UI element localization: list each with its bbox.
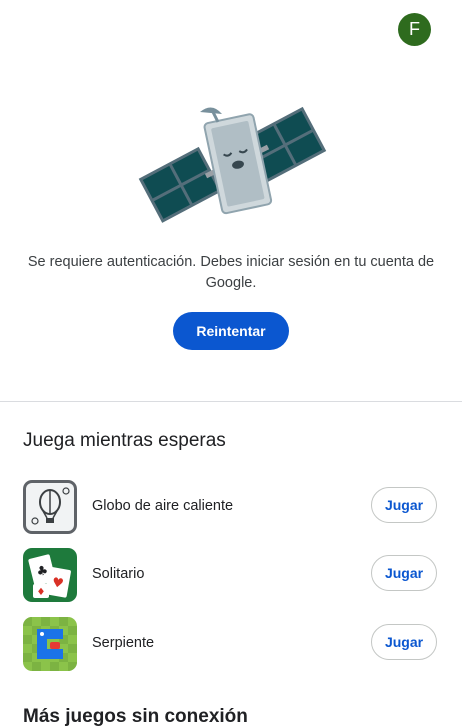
play-button-serpiente[interactable]: Jugar [371,624,437,660]
solitaire-cards-icon: ♣ ♥ ♦ [23,548,77,602]
game-name: Globo de aire caliente [92,498,234,514]
games-section-title: Juega mientras esperas [23,430,226,451]
game-name: Serpiente [92,635,155,651]
avatar[interactable]: F [398,13,431,46]
auth-error-message: Se requiere autenticación. Debes iniciar… [27,254,435,291]
retry-button[interactable]: Reintentar [173,312,289,350]
list-item: ♣ ♥ ♦ Solitario Jugar [0,544,462,604]
more-games-section-title: Más juegos sin conexión [23,706,248,727]
hot-air-balloon-icon [23,480,77,534]
list-item: Serpiente Jugar [0,613,462,673]
snake-game-icon [23,617,77,671]
list-item: Globo de aire caliente Jugar [0,476,462,536]
game-name: Solitario [92,566,145,582]
play-button-globo[interactable]: Jugar [371,487,437,523]
play-button-solitario[interactable]: Jugar [371,555,437,591]
svg-text:♦: ♦ [37,587,46,598]
divider [0,401,462,402]
sleeping-satellite-icon [132,100,328,238]
